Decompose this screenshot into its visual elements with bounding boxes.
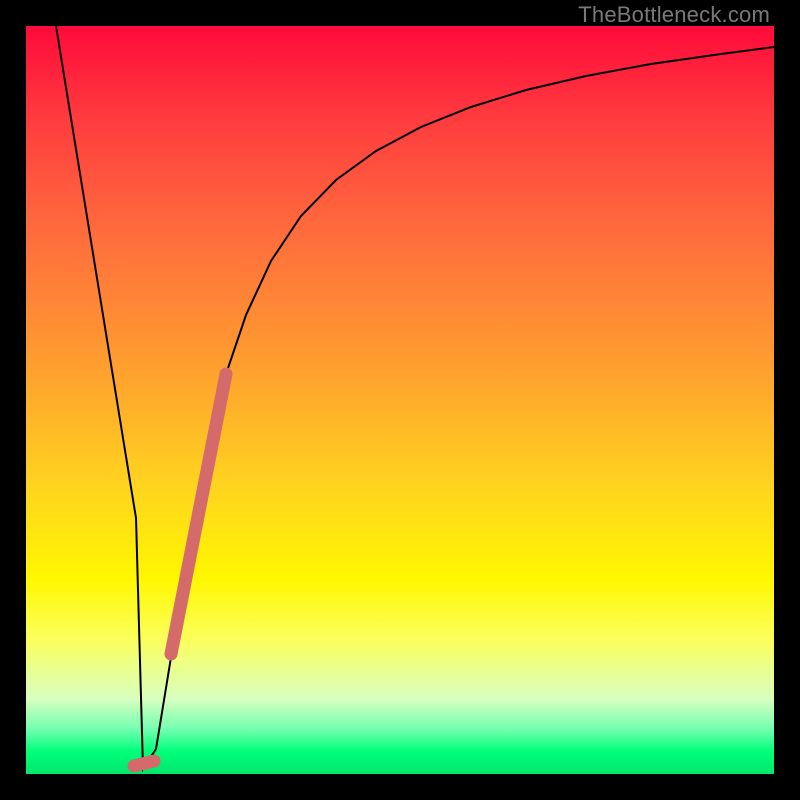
bottleneck-curve [56,26,774,769]
bottleneck-chart [26,26,774,774]
watermark-text: TheBottleneck.com [578,2,770,28]
highlight-rise-segment [171,374,226,654]
highlight-min-flat [134,761,154,766]
